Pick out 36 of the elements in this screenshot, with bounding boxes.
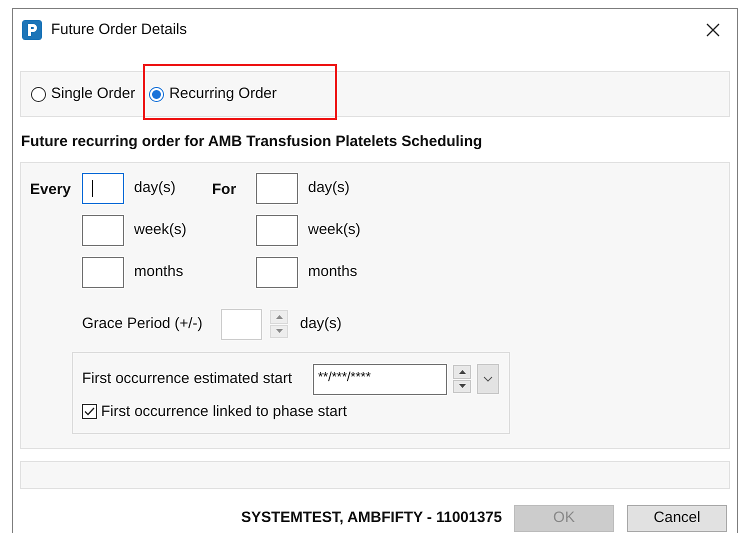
- down-arrow-icon: [458, 384, 466, 388]
- date-field[interactable]: **/***/****: [313, 364, 447, 394]
- column-label: Every: [30, 180, 72, 200]
- checkbox[interactable]: [82, 404, 97, 420]
- first-occurrence-label: First occurrence estimated start: [82, 368, 294, 389]
- column-label: For: [212, 180, 238, 200]
- app-logo-icon: [22, 20, 42, 40]
- unit-label: day(s): [308, 178, 350, 198]
- unit-label: months: [308, 262, 358, 282]
- window-title: Future Order Details: [51, 20, 187, 40]
- text-cursor: [92, 180, 93, 196]
- number-field[interactable]: [256, 172, 298, 204]
- dialog-button[interactable]: Cancel: [627, 504, 727, 532]
- unit-label: day(s): [300, 314, 342, 334]
- number-field[interactable]: [82, 172, 124, 204]
- number-field[interactable]: [256, 214, 298, 246]
- number-field[interactable]: [82, 256, 124, 288]
- up-arrow-icon: [276, 314, 282, 319]
- chevron-down-icon: [483, 376, 493, 382]
- order-type-radio[interactable]: Single Order: [31, 82, 136, 106]
- section-heading: Future recurring order for AMB Transfusion Platelets Scheduling: [20, 132, 484, 152]
- grace-period-label: Grace Period (+/-): [82, 314, 204, 334]
- checkbox-label: First occurrence linked to phase start: [101, 402, 347, 422]
- order-type-radio[interactable]: Recurring Order: [149, 82, 277, 106]
- down-arrow-icon: [276, 329, 282, 334]
- number-field[interactable]: [82, 214, 124, 246]
- number-field[interactable]: [256, 256, 298, 288]
- patient-label: SYSTEMTEST, AMBFIFTY - 11001375: [241, 508, 502, 528]
- close-icon: [706, 23, 720, 37]
- spin-buttons[interactable]: [453, 365, 471, 393]
- up-arrow-icon: [458, 370, 466, 374]
- unit-label: week(s): [134, 220, 187, 240]
- unit-label: months: [134, 262, 184, 282]
- unit-label: day(s): [134, 178, 176, 198]
- grace-period-field[interactable]: [221, 308, 262, 340]
- unit-label: week(s): [308, 220, 361, 240]
